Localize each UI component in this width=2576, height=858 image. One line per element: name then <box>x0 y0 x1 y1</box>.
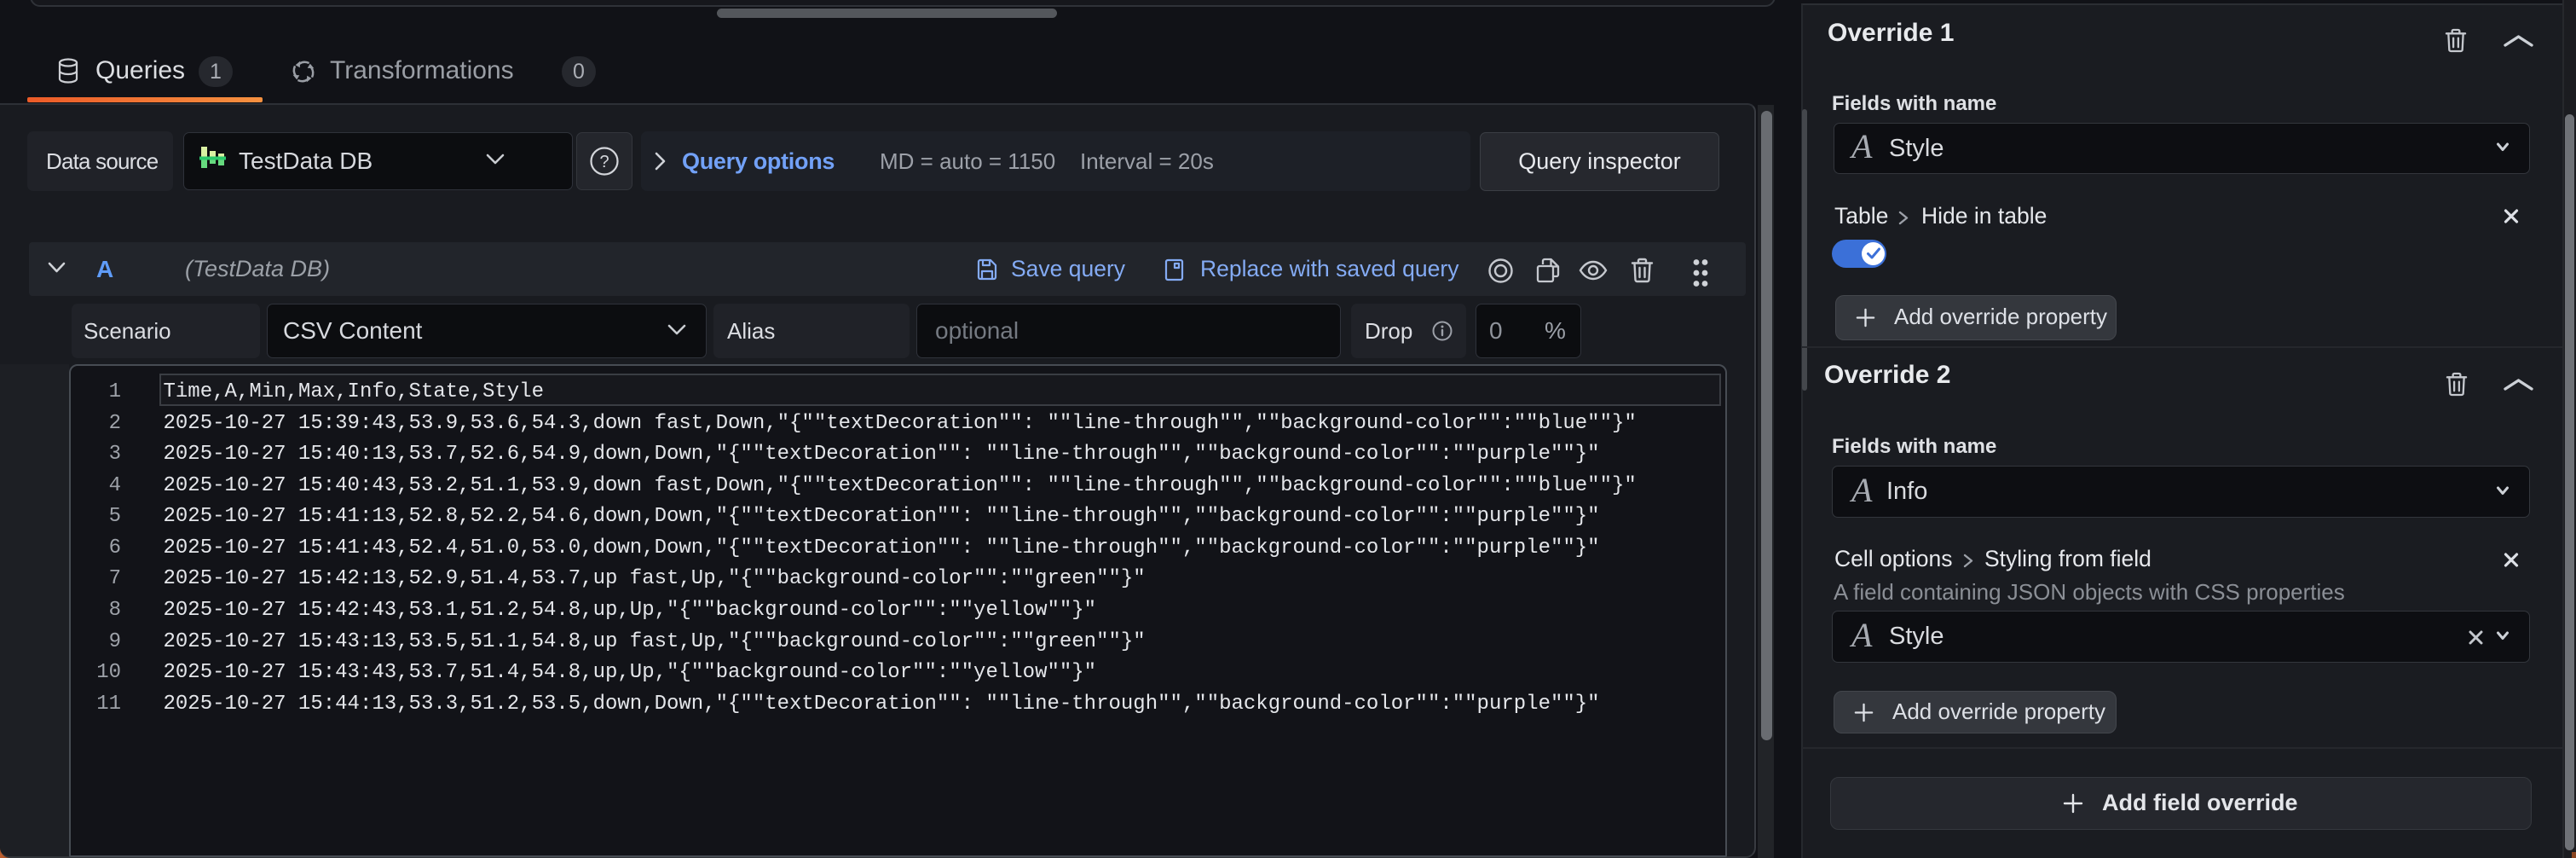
svg-text:?: ? <box>599 153 609 171</box>
